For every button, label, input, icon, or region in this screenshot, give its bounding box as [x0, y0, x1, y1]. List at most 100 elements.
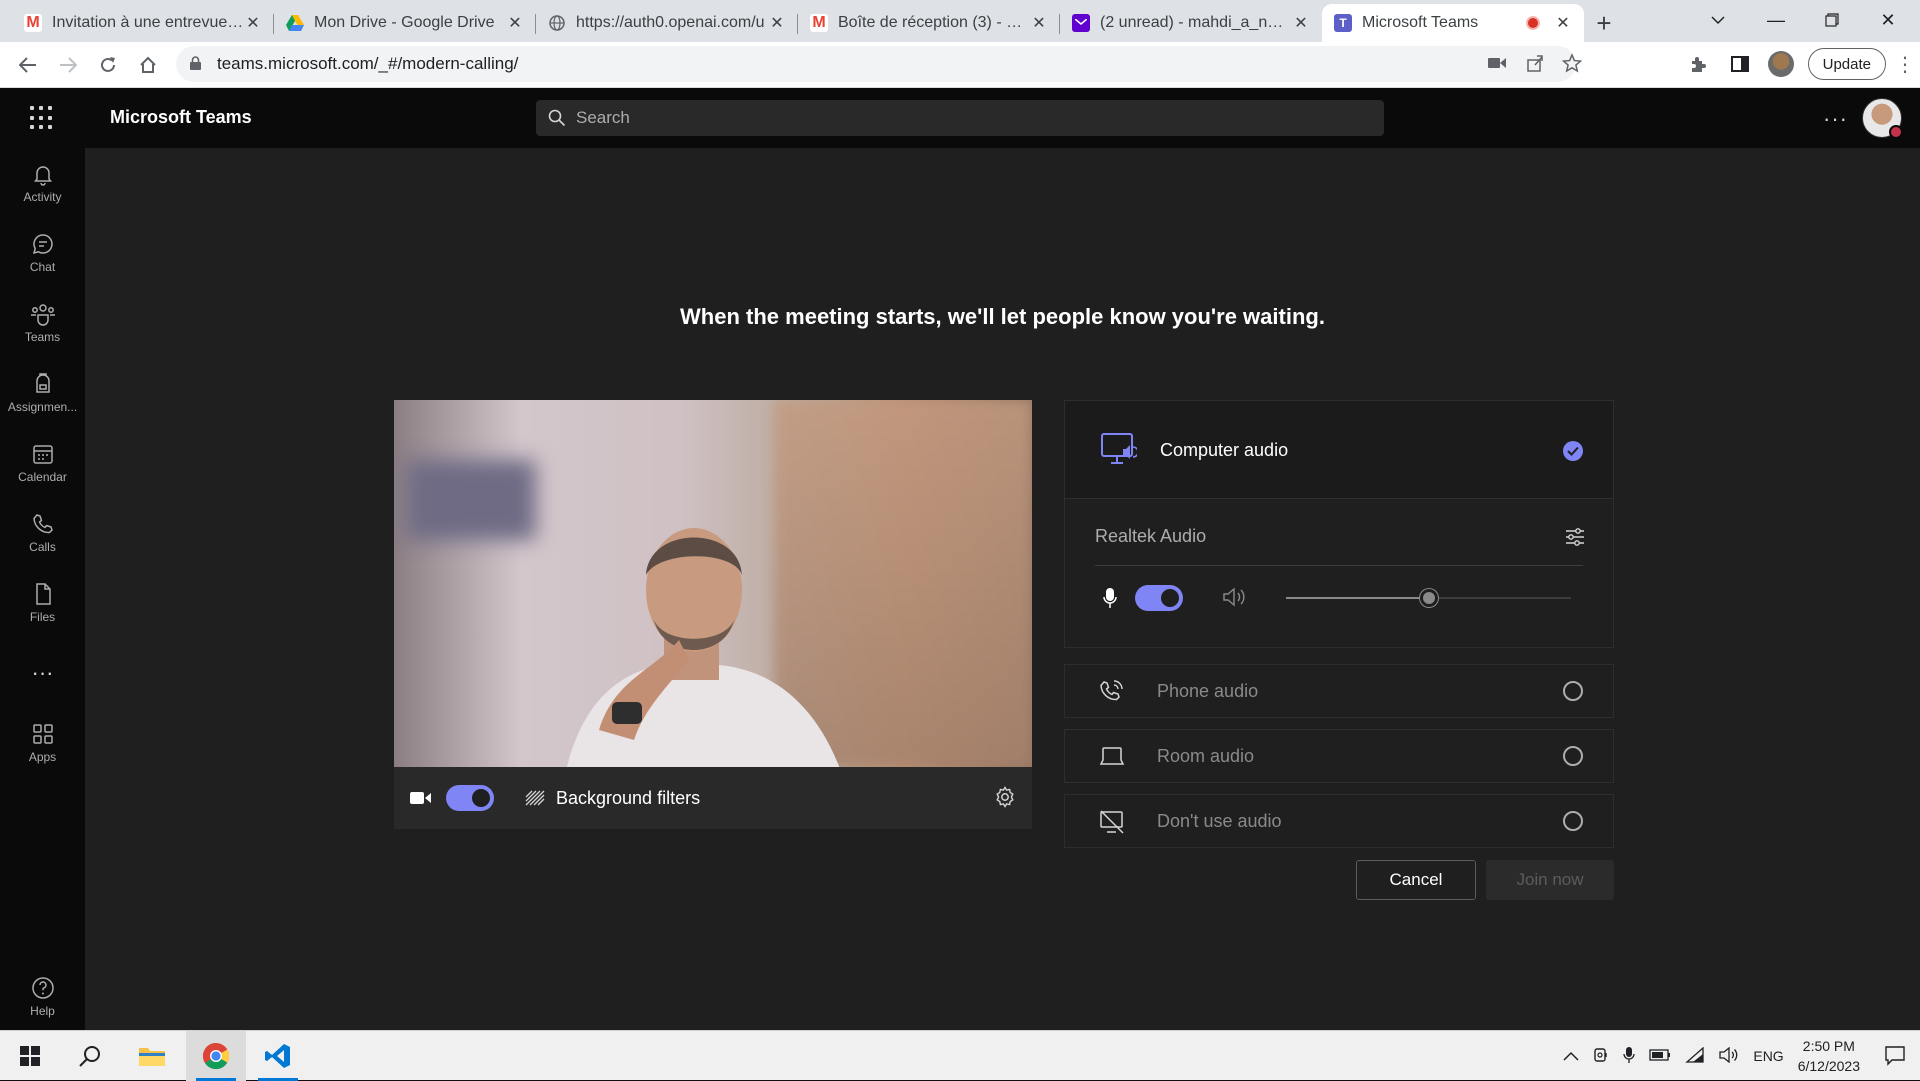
- extensions-icon[interactable]: [1684, 50, 1712, 78]
- close-window-button[interactable]: ✕: [1860, 0, 1916, 40]
- rail-item-assignments[interactable]: Assignmen...: [0, 362, 85, 424]
- rail-item-teams[interactable]: Teams: [0, 292, 85, 354]
- battery-icon[interactable]: [1649, 1048, 1671, 1064]
- assignments-icon: [35, 373, 50, 393]
- teams-header: Microsoft Teams Search ···: [0, 88, 1920, 148]
- chrome-taskbar-button[interactable]: [186, 1031, 246, 1081]
- minimize-button[interactable]: —: [1748, 0, 1804, 40]
- search-placeholder: Search: [576, 108, 630, 127]
- room-audio-option[interactable]: Room audio: [1064, 729, 1614, 783]
- background-filters-button[interactable]: Background filters: [524, 788, 700, 809]
- restore-button[interactable]: [1804, 0, 1860, 40]
- close-tab-icon[interactable]: ✕: [1554, 14, 1572, 32]
- phone-audio-option[interactable]: Phone audio: [1064, 664, 1614, 718]
- gear-icon: [996, 786, 1014, 808]
- camera-controls: Background filters: [394, 767, 1032, 829]
- more-options-icon[interactable]: ···: [1823, 106, 1848, 132]
- rail-item-activity[interactable]: Activity: [0, 152, 85, 214]
- app-launcher-icon[interactable]: [30, 106, 54, 130]
- file-explorer-button[interactable]: [122, 1031, 182, 1081]
- no-audio-option[interactable]: Don't use audio: [1064, 794, 1614, 848]
- rail-item-calls[interactable]: Calls: [0, 502, 85, 564]
- start-button[interactable]: [0, 1031, 60, 1081]
- new-tab-button[interactable]: +: [1584, 4, 1624, 42]
- device-settings-button[interactable]: [994, 786, 1016, 813]
- address-bar[interactable]: teams.microsoft.com/_#/modern-calling/: [176, 46, 1583, 82]
- rail-item-help[interactable]: Help: [0, 966, 85, 1028]
- computer-audio-option[interactable]: Computer audio: [1065, 401, 1613, 499]
- reload-button[interactable]: [88, 45, 128, 85]
- close-tab-icon[interactable]: ✕: [1292, 14, 1310, 32]
- apps-icon: [32, 724, 53, 744]
- camera-tray-icon[interactable]: [1593, 1047, 1609, 1066]
- browser-tab[interactable]: https://auth0.openai.com/u ✕: [536, 4, 798, 42]
- system-clock[interactable]: 2:50 PM 6/12/2023: [1798, 1036, 1860, 1076]
- side-panel-icon[interactable]: [1726, 50, 1754, 78]
- browser-tab[interactable]: M Invitation à une entrevue - r ✕: [12, 4, 274, 42]
- help-icon: [31, 977, 54, 999]
- radio-button[interactable]: [1563, 746, 1583, 766]
- join-now-button[interactable]: Join now: [1486, 860, 1614, 900]
- rail-label: Teams: [24, 330, 61, 344]
- rail-item-apps[interactable]: Apps: [0, 712, 85, 774]
- language-indicator[interactable]: ENG: [1753, 1048, 1783, 1064]
- update-button[interactable]: Update: [1807, 48, 1886, 80]
- vscode-taskbar-button[interactable]: [248, 1031, 308, 1081]
- search-icon: [79, 1046, 100, 1067]
- page-title: When the meeting starts, we'll let peopl…: [680, 304, 1325, 329]
- volume-icon[interactable]: [1719, 1046, 1739, 1066]
- tab-search-button[interactable]: [1690, 0, 1746, 40]
- search-input[interactable]: Search: [536, 100, 1384, 136]
- slider-thumb[interactable]: [1419, 589, 1438, 607]
- taskbar-search-button[interactable]: [60, 1031, 120, 1081]
- status-busy-icon: [1889, 125, 1903, 139]
- close-tab-icon[interactable]: ✕: [244, 14, 262, 32]
- browser-tab-active[interactable]: T Microsoft Teams ✕: [1322, 4, 1584, 42]
- computer-audio-label: Computer audio: [1160, 440, 1289, 460]
- search-icon: [548, 109, 566, 127]
- bookmark-star-icon[interactable]: [1561, 53, 1583, 78]
- audio-device-name[interactable]: Realtek Audio: [1095, 526, 1206, 547]
- browser-tab[interactable]: M Boîte de réception (3) - mel ✕: [798, 4, 1060, 42]
- browser-tab-strip: M Invitation à une entrevue - r ✕ Mon Dr…: [0, 0, 1920, 42]
- back-button[interactable]: [8, 45, 48, 85]
- close-tab-icon[interactable]: ✕: [1030, 14, 1048, 32]
- close-tab-icon[interactable]: ✕: [506, 14, 524, 32]
- camera-toggle[interactable]: [446, 785, 494, 811]
- camera-in-use-icon[interactable]: [1488, 55, 1506, 75]
- rail-label: Files: [29, 610, 56, 624]
- bell-icon: [33, 166, 52, 186]
- clock-time: 2:50 PM: [1802, 1038, 1855, 1054]
- avatar[interactable]: [1862, 98, 1903, 139]
- browser-tab[interactable]: Mon Drive - Google Drive ✕: [274, 4, 536, 42]
- rail-more-apps-icon[interactable]: ···: [0, 642, 85, 704]
- lock-icon[interactable]: [190, 55, 201, 73]
- microphone-toggle[interactable]: [1135, 585, 1183, 611]
- share-icon[interactable]: [1526, 54, 1544, 77]
- speaker-volume-slider[interactable]: [1286, 589, 1571, 607]
- kebab-menu-icon[interactable]: ⋮: [1895, 50, 1915, 78]
- microphone-tray-icon[interactable]: [1623, 1046, 1636, 1067]
- room-audio-icon: [1099, 747, 1125, 765]
- rail-item-calendar[interactable]: Calendar: [0, 432, 85, 494]
- browser-tab[interactable]: (2 unread) - mahdi_a_nadir ✕: [1060, 4, 1322, 42]
- radio-button[interactable]: [1563, 811, 1583, 831]
- cancel-button[interactable]: Cancel: [1356, 860, 1476, 900]
- teams-icon: [30, 304, 55, 326]
- rail-item-chat[interactable]: Chat: [0, 222, 85, 284]
- radio-button[interactable]: [1563, 681, 1583, 701]
- wifi-icon[interactable]: [1685, 1046, 1705, 1066]
- tab-title: https://auth0.openai.com/u: [576, 14, 765, 31]
- rail-label: Calls: [29, 540, 56, 554]
- prejoin-screen: When the meeting starts, we'll let peopl…: [85, 148, 1920, 1030]
- notification-center-icon[interactable]: [1884, 1044, 1906, 1071]
- home-button[interactable]: [128, 45, 168, 85]
- profile-avatar[interactable]: [1767, 51, 1794, 77]
- tab-title: Microsoft Teams: [1362, 14, 1479, 31]
- chevron-up-icon[interactable]: [1563, 1048, 1579, 1064]
- rail-label: Chat: [29, 260, 56, 274]
- audio-settings-icon[interactable]: [1565, 527, 1585, 552]
- rail-item-files[interactable]: Files: [0, 572, 85, 634]
- close-tab-icon[interactable]: ✕: [768, 14, 786, 32]
- forward-button[interactable]: [48, 45, 88, 85]
